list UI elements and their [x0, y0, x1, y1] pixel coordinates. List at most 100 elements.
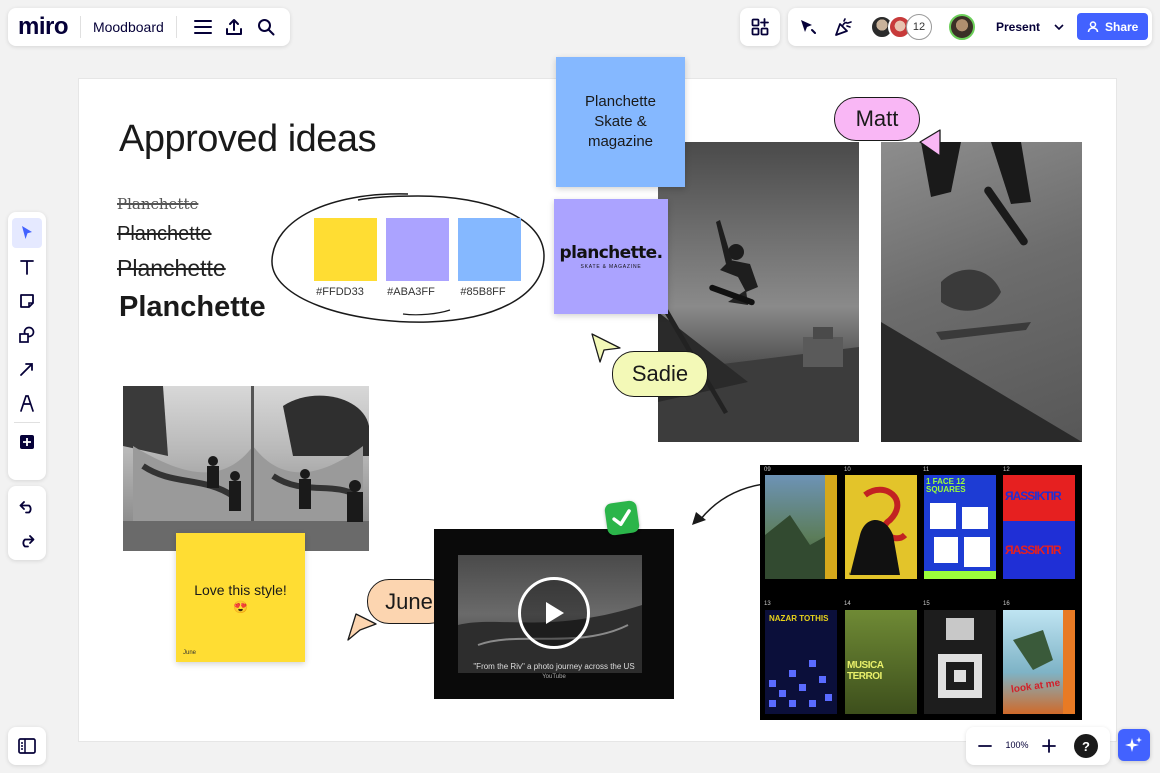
poster-number: 14 — [844, 601, 851, 607]
divider — [80, 16, 81, 38]
color-swatch-blue[interactable] — [458, 218, 521, 281]
skate-photo[interactable] — [658, 142, 859, 442]
undo-icon — [19, 501, 32, 514]
divider — [14, 422, 40, 423]
poster-14[interactable]: MUSICA TERROI — [845, 610, 917, 714]
pointer-icon — [22, 226, 32, 239]
cursor-arrow-matt — [919, 129, 941, 157]
board-heading[interactable]: Approved ideas — [119, 118, 377, 161]
text-tool[interactable] — [12, 252, 42, 282]
name-variant-3[interactable]: Planchette — [117, 255, 226, 282]
shapes-icon — [19, 326, 35, 343]
zoom-level[interactable]: 100% — [1004, 740, 1030, 750]
present-label: Present — [996, 20, 1041, 34]
top-left-toolbar: miro Moodboard — [8, 8, 290, 46]
cursor-follow-icon[interactable] — [792, 12, 822, 42]
cursor-name: Sadie — [631, 361, 689, 386]
sparkle-icon — [1125, 737, 1142, 752]
name-final[interactable]: Planchette — [119, 291, 266, 324]
name-variant-2[interactable]: Planchette — [117, 223, 212, 246]
sidebar-icon — [18, 738, 36, 754]
miro-logo[interactable]: miro — [18, 13, 69, 41]
poster-16[interactable]: look at me — [1003, 610, 1075, 714]
sticky-note-blue[interactable]: Planchette Skate & magazine — [556, 57, 685, 187]
cursor-arrow-june — [347, 613, 377, 641]
menu-icon[interactable] — [189, 12, 217, 42]
video-embed[interactable]: "From the Riv" a photo journey across th… — [434, 529, 674, 699]
frames-panel-button[interactable] — [8, 727, 46, 765]
plus-icon — [1042, 739, 1056, 753]
emoji: 😍 — [233, 599, 248, 614]
history-toolbar — [8, 486, 46, 560]
poster-number: 10 — [844, 467, 851, 473]
swatch-label: #85B8FF — [460, 286, 506, 298]
poster-text: ЯASSIKTIR — [1005, 543, 1062, 557]
poster-number: 11 — [923, 467, 930, 473]
text-icon — [20, 260, 34, 275]
sticky-note-tool[interactable] — [12, 286, 42, 316]
add-more-tools-button[interactable] — [12, 427, 42, 457]
arrow-icon — [20, 363, 33, 376]
plus-square-icon — [20, 435, 34, 449]
minus-icon — [978, 745, 992, 747]
cursor-label-matt: Matt — [834, 97, 920, 141]
chevron-down-icon — [1054, 24, 1064, 30]
poster-text: 1 FACE 12 SQUARES — [926, 477, 966, 494]
present-button[interactable]: Present — [996, 15, 1064, 39]
zoom-toolbar: 100% ? — [966, 727, 1110, 765]
poster-text: NAZAR TOTHIS — [769, 614, 829, 623]
celebrate-icon[interactable] — [828, 12, 858, 42]
participant-count-badge: 12 — [906, 14, 932, 40]
undo-button[interactable] — [12, 492, 42, 522]
shapes-tool[interactable] — [12, 320, 42, 350]
sticky-text: Love this style! — [194, 581, 287, 598]
name-variant-1[interactable]: Planchette — [117, 195, 198, 213]
video-source: YouTube — [542, 674, 566, 680]
help-button[interactable]: ? — [1074, 734, 1098, 758]
poster-grid[interactable]: 09 10 11 12 HARRY MOLSON 1 FACE 12 SQUAR… — [760, 465, 1082, 720]
poster-number: 13 — [764, 601, 771, 607]
poster-11[interactable]: 1 FACE 12 SQUARES — [924, 475, 996, 579]
zoom-in-button[interactable] — [1034, 731, 1064, 761]
connector-arrow[interactable] — [688, 478, 768, 528]
sticky-text: Planchette Skate & magazine — [585, 93, 656, 150]
redo-button[interactable] — [12, 526, 42, 556]
search-icon[interactable] — [252, 12, 280, 42]
export-icon[interactable] — [220, 12, 248, 42]
swatch-label: #ABA3FF — [387, 286, 435, 298]
poster-number: 12 — [1003, 467, 1010, 473]
connection-line-tool[interactable] — [12, 354, 42, 384]
board-name[interactable]: Moodboard — [93, 19, 164, 35]
pen-tool[interactable] — [12, 388, 42, 418]
share-button[interactable]: Share — [1077, 13, 1149, 40]
brand-logo-card[interactable]: planchette. SKATE & MAGAZINE — [554, 199, 668, 314]
skate-shadow-photo[interactable] — [881, 142, 1082, 442]
top-right-toolbar: 12 Present Share — [788, 8, 1152, 46]
apps-icon — [751, 18, 769, 36]
poster-10[interactable]: HARRY MOLSON — [845, 475, 917, 579]
skatepark-photo[interactable] — [123, 386, 369, 551]
collaborator-avatars[interactable]: 12 — [870, 14, 942, 40]
check-reaction-icon[interactable] — [603, 499, 641, 537]
brand-logo: planchette. — [559, 243, 664, 263]
current-user-avatar[interactable] — [949, 14, 975, 40]
color-swatch-yellow[interactable] — [314, 218, 377, 281]
poster-09[interactable] — [765, 475, 837, 579]
poster-13[interactable]: NAZAR TOTHIS — [765, 610, 837, 714]
brand-tagline: SKATE & MAGAZINE — [580, 264, 642, 270]
poster-12[interactable]: ЯASSIKTIR ЯASSIKTIR — [1003, 475, 1075, 579]
sticky-note-icon — [20, 294, 34, 308]
color-swatch-purple[interactable] — [386, 218, 449, 281]
select-tool[interactable] — [12, 218, 42, 248]
cursor-label-sadie: Sadie — [612, 351, 708, 397]
ai-assist-button[interactable] — [1118, 729, 1150, 761]
zoom-out-button[interactable] — [970, 731, 1000, 761]
play-button[interactable] — [518, 577, 590, 649]
sticky-note-yellow[interactable]: Love this style! 😍 June — [176, 533, 305, 662]
poster-number: 09 — [764, 467, 771, 473]
skatepark-illustration — [123, 386, 369, 551]
apps-button[interactable] — [740, 8, 780, 46]
redo-icon — [22, 535, 35, 548]
poster-text: HARRY MOLSON — [849, 571, 882, 576]
poster-15[interactable] — [924, 610, 996, 714]
